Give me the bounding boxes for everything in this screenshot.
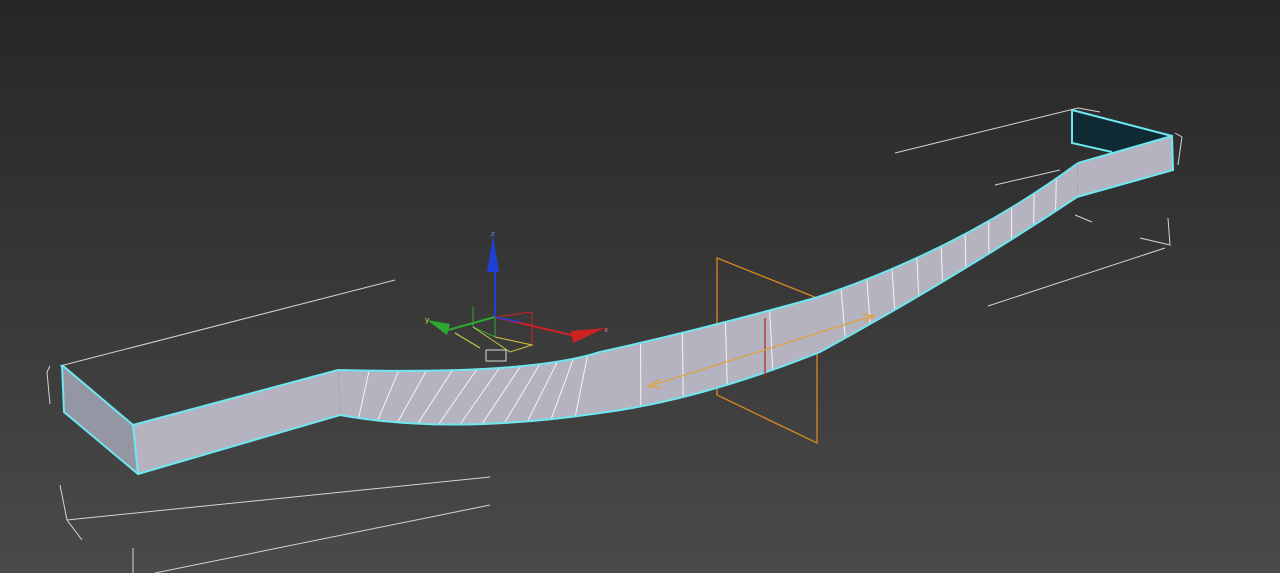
bbox-edge — [987, 247, 1166, 307]
z-axis-label: z — [491, 230, 495, 238]
viewport-scene[interactable]: z x y — [0, 0, 1280, 573]
bbox-edge — [894, 107, 1079, 154]
bbox-edge — [1074, 214, 1093, 223]
bbox-corner — [59, 484, 83, 541]
bbox-edge — [154, 504, 491, 573]
xz-plane-handle[interactable] — [494, 311, 533, 346]
left-straight-face[interactable] — [133, 370, 340, 474]
selection-bounding-box — [46, 107, 1183, 573]
perspective-viewport[interactable]: z x y — [0, 0, 1280, 573]
z-axis-base — [494, 316, 521, 323]
xy-guide-line — [454, 332, 481, 349]
pivot-box — [485, 349, 507, 362]
bbox-edge — [59, 279, 396, 367]
z-axis-arrow[interactable] — [487, 236, 499, 272]
bbox-edge — [66, 476, 491, 521]
y-axis-label: y — [425, 316, 429, 324]
mesh-segment-line — [1033, 193, 1035, 226]
bent-box-mesh[interactable] — [61, 109, 1175, 476]
bent-section-face[interactable] — [338, 163, 1078, 425]
bbox-corner — [46, 365, 51, 405]
y-axis[interactable] — [447, 316, 496, 331]
x-axis-label: x — [604, 326, 608, 334]
bbox-corner — [1139, 217, 1171, 246]
y-axis-arrow[interactable] — [427, 320, 450, 335]
bbox-corner — [1174, 132, 1183, 166]
x-axis-arrow[interactable] — [571, 328, 605, 343]
move-transform-gizmo[interactable]: z x y — [425, 230, 608, 362]
